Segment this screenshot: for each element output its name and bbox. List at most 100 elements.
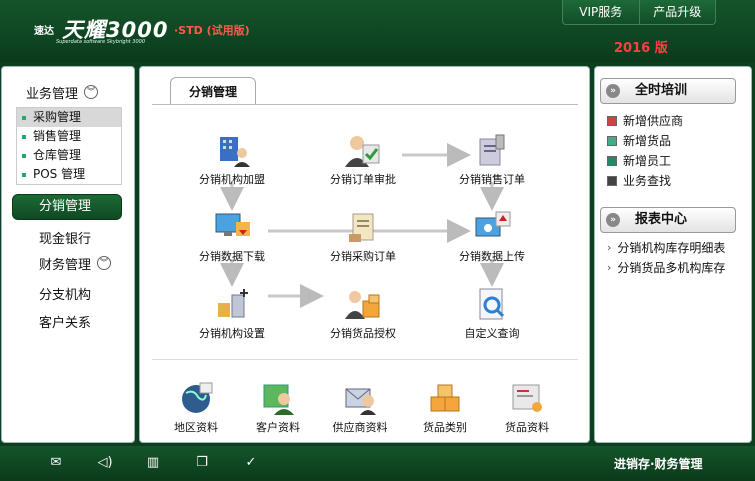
link-new-employee[interactable]: 新增员工 bbox=[607, 152, 671, 169]
link-business-search-label: 业务查找 bbox=[623, 174, 672, 188]
link-new-supplier-label: 新增供应商 bbox=[623, 114, 684, 128]
training-header[interactable]: » 全时培训 bbox=[600, 78, 736, 104]
check-icon[interactable]: ✓ bbox=[242, 455, 260, 471]
mail-icon[interactable]: ✉ bbox=[47, 455, 65, 471]
fn-order-review-label: 分销订单审批 bbox=[330, 173, 396, 186]
res-supplier[interactable]: 供应商资料 bbox=[317, 379, 403, 435]
fn-sales-order[interactable]: 分销销售订单 bbox=[449, 131, 535, 187]
link-report-org-stock-label: 分销机构库存明细表 bbox=[617, 241, 726, 255]
fn-goods-auth[interactable]: 分销货品授权 bbox=[320, 285, 406, 341]
magnifier-icon bbox=[472, 285, 512, 323]
fn-custom-query[interactable]: 自定义查询 bbox=[449, 285, 535, 341]
goods-auth-icon bbox=[343, 285, 383, 323]
user-approve-icon bbox=[343, 131, 383, 169]
report-header[interactable]: » 报表中心 bbox=[600, 207, 736, 233]
fn-org-settings-label: 分销机构设置 bbox=[199, 327, 265, 340]
search-icon bbox=[607, 175, 617, 186]
book-icon[interactable]: ▥ bbox=[144, 455, 162, 471]
goods-icon bbox=[607, 135, 617, 146]
brand-subtitle: Superdata software Skybright 3000 bbox=[56, 39, 146, 45]
link-new-employee-label: 新增员工 bbox=[623, 154, 672, 168]
link-report-multi-org[interactable]: › 分销货品多机构库存 bbox=[607, 259, 725, 276]
app-footer: ✉ ◁) ▥ ❐ ✓ 进销存·财务管理 bbox=[0, 446, 755, 481]
res-category-label: 货品类别 bbox=[423, 421, 467, 434]
monitor-upload-icon bbox=[472, 208, 512, 246]
business-submenu: 采购管理 销售管理 仓库管理 POS 管理 bbox=[16, 107, 122, 185]
fn-purchase-order-label: 分销采购订单 bbox=[330, 250, 396, 263]
chevron-right-icon: › bbox=[607, 241, 612, 254]
supplier-mail-icon bbox=[340, 379, 380, 417]
brand-edition: ·STD (试用版) bbox=[174, 24, 250, 37]
res-region-label: 地区资料 bbox=[174, 421, 218, 434]
right-panel: » 全时培训 新增供应商 新增货品 新增员工 业务查找 » 报表中心 › 分销机… bbox=[594, 66, 752, 443]
res-customer[interactable]: 客户资料 bbox=[235, 379, 321, 435]
group-business[interactable]: 业务管理 ︾ bbox=[26, 83, 99, 102]
training-title: 全时培训 bbox=[635, 83, 688, 98]
clipboard-icon bbox=[472, 131, 512, 169]
fn-purchase-order[interactable]: 分销采购订单 bbox=[320, 208, 406, 264]
fn-order-review[interactable]: 分销订单审批 bbox=[320, 131, 406, 187]
res-customer-label: 客户资料 bbox=[256, 421, 300, 434]
chevron-right-icon: › bbox=[607, 261, 612, 274]
res-goods-label: 货品资料 bbox=[505, 421, 549, 434]
globe-icon bbox=[176, 379, 216, 417]
sidebar-item-cash-bank[interactable]: 现金银行 bbox=[39, 228, 91, 247]
res-region[interactable]: 地区资料 bbox=[153, 379, 239, 435]
chevron-down-icon[interactable]: ︾ bbox=[97, 256, 112, 270]
sidebar-item-warehouse[interactable]: 仓库管理 bbox=[17, 146, 121, 165]
double-chevron-icon: » bbox=[606, 84, 620, 98]
fn-org-join-label: 分销机构加盟 bbox=[199, 173, 265, 186]
chevron-down-icon[interactable]: ︾ bbox=[84, 85, 99, 99]
link-new-supplier[interactable]: 新增供应商 bbox=[607, 112, 683, 129]
report-title: 报表中心 bbox=[635, 212, 688, 227]
top-button-bar: VIP服务 产品升级 bbox=[562, 0, 716, 25]
double-chevron-icon: » bbox=[606, 213, 620, 227]
supplier-icon bbox=[607, 115, 617, 126]
employee-icon bbox=[607, 155, 617, 166]
link-report-multi-org-label: 分销货品多机构库存 bbox=[617, 261, 726, 275]
brand-small: 速达 bbox=[34, 26, 54, 37]
link-new-goods-label: 新增货品 bbox=[623, 134, 672, 148]
res-goods[interactable]: 货品资料 bbox=[484, 379, 570, 435]
res-category[interactable]: 货品类别 bbox=[402, 379, 488, 435]
sidebar-item-branch[interactable]: 分支机构 bbox=[39, 284, 91, 303]
fn-goods-auth-label: 分销货品授权 bbox=[330, 327, 396, 340]
section-divider bbox=[152, 359, 578, 360]
product-upgrade-button[interactable]: 产品升级 bbox=[638, 0, 716, 24]
group-finance-label: 财务管理 bbox=[39, 257, 92, 273]
monitor-download-icon bbox=[212, 208, 252, 246]
vip-service-button[interactable]: VIP服务 bbox=[563, 0, 639, 24]
link-business-search[interactable]: 业务查找 bbox=[607, 172, 671, 189]
windows-icon[interactable]: ❐ bbox=[193, 455, 211, 471]
speaker-icon[interactable]: ◁) bbox=[96, 455, 114, 471]
fn-data-upload-label: 分销数据上传 bbox=[459, 250, 525, 263]
left-sidebar: 业务管理 ︾ 采购管理 销售管理 仓库管理 POS 管理 分销管理 现金银行 财… bbox=[1, 66, 135, 443]
building-user-icon bbox=[212, 131, 252, 169]
goods-card-icon bbox=[507, 379, 547, 417]
boxes-icon bbox=[425, 379, 465, 417]
footer-title: 进销存·财务管理 bbox=[614, 457, 703, 471]
version-label: 2016 版 bbox=[614, 41, 668, 56]
group-finance[interactable]: 财务管理 ︾ bbox=[39, 254, 112, 273]
sidebar-item-pos[interactable]: POS 管理 bbox=[17, 165, 121, 184]
link-report-org-stock[interactable]: › 分销机构库存明细表 bbox=[607, 239, 725, 256]
org-settings-icon bbox=[212, 285, 252, 323]
app-header: 速达 天耀3000 ·STD (试用版) Superdata software … bbox=[0, 0, 755, 62]
customer-card-icon bbox=[258, 379, 298, 417]
main-panel: 分销管理 分销机构加盟 分销订单审批 分销销售订单 分销数据下载 分销采购订单 … bbox=[139, 66, 590, 443]
sidebar-item-sales[interactable]: 销售管理 bbox=[17, 127, 121, 146]
fn-data-download-label: 分销数据下载 bbox=[199, 250, 265, 263]
fn-data-download[interactable]: 分销数据下载 bbox=[189, 208, 275, 264]
document-stack-icon bbox=[343, 208, 383, 246]
fn-sales-order-label: 分销销售订单 bbox=[459, 173, 525, 186]
sidebar-item-customer-relations[interactable]: 客户关系 bbox=[39, 312, 91, 331]
fn-data-upload[interactable]: 分销数据上传 bbox=[449, 208, 535, 264]
fn-org-join[interactable]: 分销机构加盟 bbox=[189, 131, 275, 187]
group-business-label: 业务管理 bbox=[26, 86, 79, 102]
fn-custom-query-label: 自定义查询 bbox=[464, 327, 520, 340]
fn-org-settings[interactable]: 分销机构设置 bbox=[189, 285, 275, 341]
res-supplier-label: 供应商资料 bbox=[332, 421, 388, 434]
sidebar-item-distribution[interactable]: 分销管理 bbox=[12, 194, 122, 220]
sidebar-item-purchase[interactable]: 采购管理 bbox=[17, 108, 121, 127]
link-new-goods[interactable]: 新增货品 bbox=[607, 132, 671, 149]
